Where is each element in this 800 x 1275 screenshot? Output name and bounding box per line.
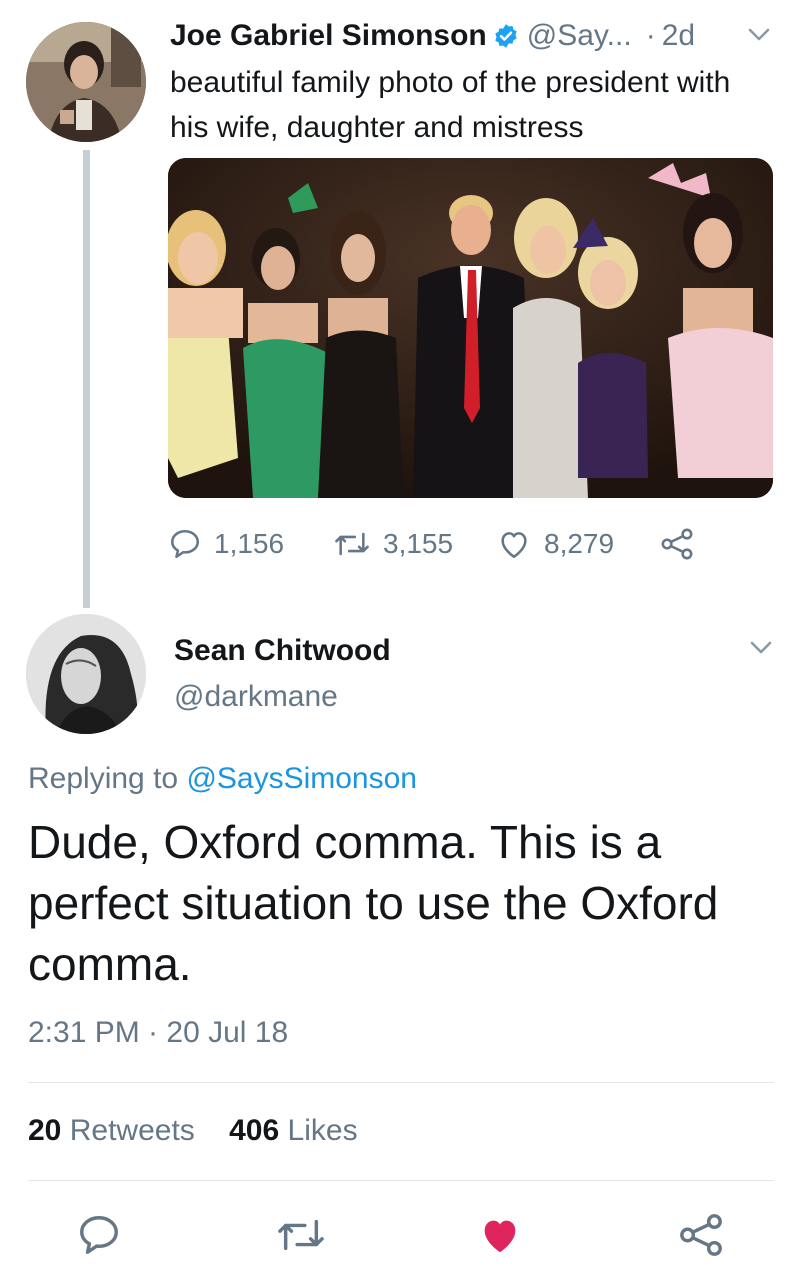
like-button[interactable]: 8,279 [496, 520, 614, 568]
likes-stat[interactable]: 406 Likes [229, 1114, 357, 1147]
author-name[interactable]: Joe Gabriel Simonson [170, 19, 487, 53]
avatar-joe-gabriel-simonson[interactable] [26, 22, 146, 142]
retweet-button[interactable]: 3,155 [333, 520, 453, 568]
chevron-down-icon[interactable] [748, 28, 770, 42]
like-stat-count: 406 [229, 1114, 280, 1147]
retweet-count: 3,155 [383, 528, 454, 559]
tweet-actions: 1,156 3,155 8,279 [168, 520, 728, 568]
reply-tweet-text: Dude, Oxford comma. This is a perfect si… [28, 816, 719, 990]
share-icon[interactable] [678, 1212, 724, 1258]
engagement-stats: 20 Retweets 406 Likes [28, 1114, 358, 1148]
reply-icon [170, 529, 200, 559]
tweet-text: beautiful family photo of the president … [170, 66, 731, 144]
retweet-icon [335, 532, 369, 556]
retweet-stat-count: 20 [28, 1114, 62, 1147]
separator-dot: · [645, 19, 656, 52]
reply-count: 1,156 [214, 528, 285, 559]
heart-icon[interactable] [476, 1212, 524, 1258]
heart-icon [501, 532, 527, 559]
share-icon [661, 528, 693, 560]
like-count: 8,279 [544, 528, 615, 559]
replying-mention-link[interactable]: @SaysSimonson [186, 762, 417, 795]
tweet-age[interactable]: 2d [662, 19, 695, 53]
tweet-header: Joe Gabriel Simonson @Say... · 2d [170, 16, 695, 56]
retweets-stat[interactable]: 20 Retweets [28, 1114, 195, 1147]
reply-timestamp[interactable]: 2:31 PM · 20 Jul 18 [28, 1016, 288, 1050]
divider [28, 1180, 774, 1181]
reply-button[interactable]: 1,156 [168, 520, 284, 568]
reply-author-name[interactable]: Sean Chitwood [174, 634, 391, 668]
retweet-icon[interactable] [276, 1212, 326, 1258]
tweet-photo[interactable] [168, 158, 773, 498]
retweet-stat-label: Retweets [69, 1114, 195, 1147]
verified-badge-icon [495, 24, 517, 48]
thread-connector-line [83, 150, 90, 608]
like-stat-label: Likes [287, 1114, 358, 1147]
replying-to-line: Replying to @SaysSimonson [28, 762, 417, 796]
replying-prefix: Replying to [28, 762, 179, 795]
reply-action-bar [0, 1206, 800, 1275]
reply-icon[interactable] [76, 1212, 122, 1258]
reply-author-handle[interactable]: @darkmane [174, 680, 338, 714]
divider [28, 1082, 774, 1083]
author-handle[interactable]: @Say... [527, 19, 632, 53]
avatar-sean-chitwood[interactable] [26, 614, 146, 734]
chevron-down-icon[interactable] [750, 641, 772, 655]
share-button[interactable] [660, 520, 706, 568]
